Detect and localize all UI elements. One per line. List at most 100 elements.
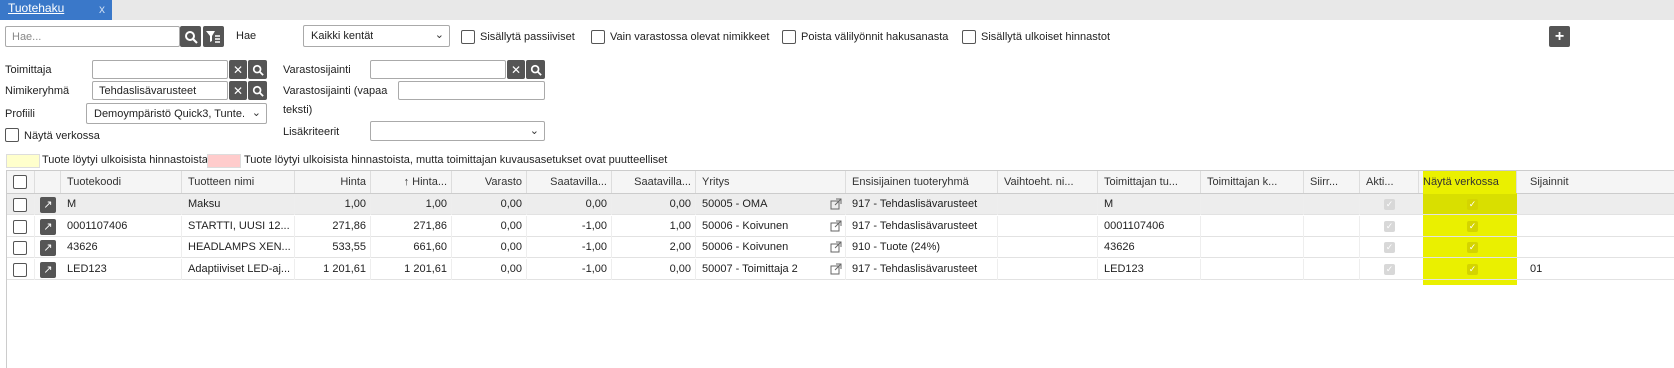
- row-checkbox[interactable]: [13, 198, 27, 212]
- legend-yellow-label: Tuote löytyi ulkoisista hinnastoista: [42, 154, 208, 166]
- search-field-select[interactable]: Kaikki kentät ⌄: [303, 25, 450, 47]
- include-passive-checkbox[interactable]: [461, 30, 475, 44]
- row-select-cell: [7, 215, 35, 237]
- lisakriteerit-select[interactable]: ⌄: [370, 121, 545, 141]
- col-supplier-code[interactable]: Toimittajan tu...: [1098, 171, 1201, 193]
- cell-price: 271,86: [295, 215, 371, 237]
- row-checkbox[interactable]: [13, 241, 27, 255]
- cell-siir: [1304, 258, 1360, 280]
- clear-icon[interactable]: ✕: [229, 81, 247, 100]
- table-row[interactable]: ↗ M Maksu 1,00 1,00 0,00 0,00 0,00 50005 - OMA 91…: [7, 194, 1674, 215]
- filter-icon[interactable]: [203, 26, 224, 47]
- toimittaja-input[interactable]: [92, 60, 228, 79]
- add-button[interactable]: +: [1549, 26, 1570, 47]
- search-icon[interactable]: [180, 26, 201, 47]
- search-icon[interactable]: [248, 60, 267, 79]
- nayta-verkossa-checkbox[interactable]: [5, 128, 19, 142]
- external-link-icon[interactable]: [830, 220, 842, 235]
- varastosijainti-free-label: Varastosijainti (vapaa: [283, 85, 388, 97]
- cell-avail1: -1,00: [527, 215, 612, 237]
- cell-siir: [1304, 215, 1360, 237]
- include-external-checkbox[interactable]: [962, 30, 976, 44]
- cell-stock: 0,00: [452, 194, 527, 215]
- strip-spaces-checkbox[interactable]: [782, 30, 796, 44]
- cell-name: Maksu: [182, 194, 295, 215]
- search-icon[interactable]: [526, 60, 545, 79]
- col-supplier-k[interactable]: Toimittajan k...: [1201, 171, 1304, 193]
- in-stock-checkbox[interactable]: [591, 30, 605, 44]
- tab-title[interactable]: Tuotehaku: [8, 1, 64, 15]
- cell-avail1: -1,00: [527, 237, 612, 258]
- open-row-icon[interactable]: ↗: [40, 261, 56, 278]
- external-link-icon[interactable]: [830, 263, 842, 278]
- row-select-cell: [7, 258, 35, 280]
- col-stock[interactable]: Varasto: [452, 171, 527, 193]
- search-input[interactable]: Hae...: [5, 26, 180, 47]
- cell-supplier-k: [1201, 194, 1304, 215]
- col-siir[interactable]: Siirr...: [1304, 171, 1360, 193]
- select-all-checkbox[interactable]: [13, 175, 27, 189]
- col-alt[interactable]: Vaihtoeht. ni...: [998, 171, 1098, 193]
- close-icon[interactable]: x: [99, 2, 105, 16]
- header-select-cell: [7, 171, 35, 193]
- col-price[interactable]: Hinta: [295, 171, 371, 193]
- col-code[interactable]: Tuotekoodi: [61, 171, 182, 193]
- cell-company: 50005 - OMA: [696, 194, 846, 215]
- cell-location: [1526, 194, 1674, 215]
- lisakriteerit-label: Lisäkriteerit: [283, 126, 340, 138]
- cell-avail2: 0,00: [612, 194, 696, 215]
- open-row-icon[interactable]: ↗: [40, 240, 56, 256]
- varastosijainti-free-input[interactable]: [398, 81, 545, 100]
- active-checkbox: ✓: [1384, 242, 1395, 253]
- table-row[interactable]: ↗ LED123 Adaptiiviset LED-aj... 1 201,61 1 2…: [7, 258, 1674, 280]
- table-row[interactable]: ↗ 43626 HEADLAMPS XEN... 533,55 661,60 0,00 -1…: [7, 237, 1674, 258]
- col-active[interactable]: Akti...: [1360, 171, 1419, 193]
- cell-alt: [998, 258, 1098, 280]
- include-passive-label: Sisällytä passiiviset: [480, 31, 575, 43]
- col-group[interactable]: Ensisijainen tuoteryhmä: [846, 171, 998, 193]
- search-label: Hae: [236, 30, 257, 42]
- toimittaja-label: Toimittaja: [5, 64, 52, 76]
- cell-supplier-code: LED123: [1098, 258, 1201, 280]
- table-row[interactable]: ↗ 0001107406 STARTTI, UUSI 12... 271,86 271,…: [7, 215, 1674, 237]
- cell-siir: [1304, 237, 1360, 258]
- search-icon[interactable]: [248, 81, 267, 100]
- open-row-icon[interactable]: ↗: [40, 197, 56, 213]
- cell-supplier-k: [1201, 258, 1304, 280]
- col-price2[interactable]: ↑ Hinta...: [371, 171, 452, 193]
- col-location[interactable]: Sijainnit: [1526, 171, 1674, 193]
- header-action-cell: [35, 171, 61, 193]
- profiili-select[interactable]: Demoympäristö Quick3, Tunte... ⌄: [86, 103, 267, 124]
- cell-price2: 661,60: [371, 237, 452, 258]
- col-show-web[interactable]: Näytä verkossa: [1423, 171, 1517, 193]
- col-name[interactable]: Tuotteen nimi: [182, 171, 295, 193]
- col-company[interactable]: Yritys: [696, 171, 846, 193]
- row-checkbox[interactable]: [13, 219, 27, 234]
- profiili-value: Demoympäristö Quick3, Tunte...: [94, 108, 244, 120]
- clear-icon[interactable]: ✕: [507, 60, 525, 79]
- row-checkbox[interactable]: [13, 262, 27, 277]
- legend-pink-swatch: [207, 154, 241, 168]
- row-select-cell: [7, 237, 35, 258]
- cell-code: 0001107406: [61, 215, 182, 237]
- cell-company: 50006 - Koivunen: [696, 237, 846, 258]
- clear-icon[interactable]: ✕: [229, 60, 247, 79]
- cell-price2: 1,00: [371, 194, 452, 215]
- varastosijainti-input[interactable]: [370, 60, 506, 79]
- cell-location: 01: [1526, 259, 1674, 280]
- row-select-cell: [7, 194, 35, 215]
- external-link-icon[interactable]: [830, 198, 842, 213]
- nimikeryhma-input[interactable]: Tehdaslisävarusteet: [92, 81, 228, 100]
- open-row-icon[interactable]: ↗: [40, 218, 56, 235]
- cell-location: [1526, 216, 1674, 237]
- cell-alt: [998, 237, 1098, 258]
- col-avail1[interactable]: Saatavilla...: [527, 171, 612, 193]
- show-web-checkbox: ✓: [1467, 263, 1478, 275]
- tab-tuotehaku[interactable]: Tuotehaku x: [0, 0, 112, 20]
- external-link-icon[interactable]: [830, 241, 842, 256]
- cell-stock: 0,00: [452, 215, 527, 237]
- profiili-label: Profiili: [5, 108, 35, 120]
- cell-price: 1,00: [295, 194, 371, 215]
- cell-company: 50007 - Toimittaja 2: [696, 258, 846, 280]
- col-avail2[interactable]: Saatavilla...: [612, 171, 696, 193]
